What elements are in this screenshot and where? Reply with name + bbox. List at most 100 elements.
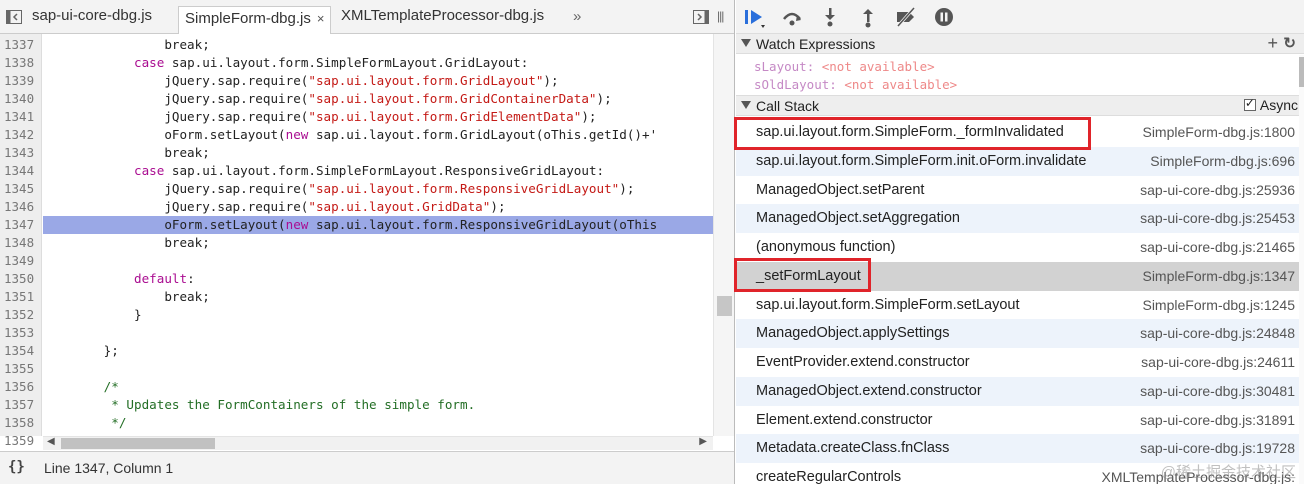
call-frame[interactable]: ManagedObject.setAggregation sap-ui-core-… bbox=[736, 204, 1299, 234]
watch-expressions-header[interactable]: Watch Expressions + ↻ bbox=[736, 33, 1304, 54]
async-checkbox[interactable]: Async bbox=[1243, 96, 1298, 113]
line-number[interactable]: 1344 bbox=[4, 162, 40, 180]
code-line[interactable]: break; bbox=[43, 288, 713, 306]
collapse-triangle-icon[interactable] bbox=[741, 39, 751, 47]
code-line[interactable]: default: bbox=[43, 270, 713, 288]
tab-sap-ui-core[interactable]: sap-ui-core-dbg.js bbox=[32, 7, 152, 29]
scrollbar-thumb[interactable] bbox=[61, 438, 215, 449]
drag-handle-icon[interactable]: ||| bbox=[717, 9, 724, 23]
deactivate-breakpoints-icon[interactable] bbox=[894, 5, 918, 29]
scrollbar-thumb[interactable] bbox=[1299, 57, 1304, 87]
code-line[interactable] bbox=[43, 324, 713, 342]
frame-location-link[interactable]: sap-ui-core-dbg.js:24611 bbox=[1141, 354, 1295, 370]
toggle-navigator-icon[interactable] bbox=[6, 10, 22, 24]
call-stack-header[interactable]: Call Stack Async bbox=[736, 95, 1304, 116]
code-line[interactable]: jQuery.sap.require("sap.ui.layout.form.R… bbox=[43, 180, 713, 198]
code-line[interactable]: case sap.ui.layout.form.SimpleFormLayout… bbox=[43, 162, 713, 180]
frame-location-link[interactable]: SimpleForm-dbg.js:1347 bbox=[1142, 268, 1295, 284]
pause-on-exceptions-icon[interactable] bbox=[932, 5, 956, 29]
watch-item[interactable]: sLayout: <not available> bbox=[754, 59, 935, 74]
refresh-icon[interactable]: ↻ bbox=[1283, 34, 1296, 52]
line-number[interactable]: 1345 bbox=[4, 180, 40, 198]
frame-location-link[interactable]: sap-ui-core-dbg.js:31891 bbox=[1140, 412, 1295, 428]
frame-location-link[interactable]: sap-ui-core-dbg.js:19728 bbox=[1140, 440, 1295, 456]
call-frame[interactable]: EventProvider.extend.constructor sap-ui-c… bbox=[736, 348, 1299, 377]
frame-location-link[interactable]: sap-ui-core-dbg.js:25453 bbox=[1140, 210, 1295, 226]
code-line[interactable]: case sap.ui.layout.form.SimpleFormLayout… bbox=[43, 54, 713, 72]
call-frame[interactable]: Metadata.createClass.fnClass sap-ui-core-… bbox=[736, 434, 1299, 464]
scroll-left-icon[interactable]: ◀ bbox=[47, 436, 55, 447]
line-number[interactable]: 1355 bbox=[4, 360, 40, 378]
line-number[interactable]: 1339 bbox=[4, 72, 40, 90]
line-number[interactable]: 1338 bbox=[4, 54, 40, 72]
code-line[interactable]: break; bbox=[43, 36, 713, 54]
pretty-print-icon[interactable]: {} bbox=[8, 459, 25, 475]
code-line[interactable]: jQuery.sap.require("sap.ui.layout.GridDa… bbox=[43, 198, 713, 216]
tab-overflow-icon[interactable]: » bbox=[573, 8, 581, 25]
step-into-icon[interactable] bbox=[818, 5, 842, 29]
code-line[interactable]: jQuery.sap.require("sap.ui.layout.form.G… bbox=[43, 72, 713, 90]
code-line[interactable]: jQuery.sap.require("sap.ui.layout.form.G… bbox=[43, 90, 713, 108]
current-execution-line[interactable]: oForm.setLayout(new sap.ui.layout.form.R… bbox=[43, 216, 713, 234]
line-number[interactable]: 1340 bbox=[4, 90, 40, 108]
close-tab-icon[interactable]: × bbox=[317, 11, 325, 26]
code-line[interactable]: * Updates the FormContainers of the simp… bbox=[43, 396, 713, 414]
collapse-triangle-icon[interactable] bbox=[741, 101, 751, 109]
line-number[interactable]: 1346 bbox=[4, 198, 40, 216]
line-number[interactable]: 1342 bbox=[4, 126, 40, 144]
resume-icon[interactable] bbox=[742, 5, 766, 29]
frame-location-link[interactable]: SimpleForm-dbg.js:1800 bbox=[1142, 124, 1295, 140]
line-number[interactable]: 1349 bbox=[4, 252, 40, 270]
frame-location-link[interactable]: sap-ui-core-dbg.js:21465 bbox=[1140, 239, 1295, 255]
watch-item[interactable]: sOldLayout: <not available> bbox=[754, 77, 957, 92]
line-number-gutter[interactable]: 1337 1338 1339 1340 1341 1342 1343 1344 1345 1346… bbox=[0, 34, 42, 448]
scroll-right-icon[interactable]: ▶ bbox=[699, 436, 707, 447]
toggle-debugger-icon[interactable] bbox=[693, 10, 709, 24]
code-editor[interactable]: break; case sap.ui.layout.form.SimpleFor… bbox=[43, 34, 713, 436]
call-frame[interactable]: sap.ui.layout.form.SimpleForm.init.oForm… bbox=[736, 146, 1299, 176]
tab-xmltemplateprocessor[interactable]: XMLTemplateProcessor-dbg.js bbox=[341, 7, 544, 29]
code-line[interactable]: */ bbox=[43, 414, 713, 432]
frame-location-link[interactable]: sap-ui-core-dbg.js:30481 bbox=[1140, 383, 1295, 399]
line-number[interactable]: 1353 bbox=[4, 324, 40, 342]
call-frame[interactable]: ManagedObject.extend.constructor sap-ui-c… bbox=[736, 376, 1299, 406]
code-line[interactable]: break; bbox=[43, 144, 713, 162]
call-frame[interactable]: Element.extend.constructor sap-ui-core-db… bbox=[736, 406, 1299, 435]
code-line[interactable]: /* bbox=[43, 378, 713, 396]
code-line[interactable]: jQuery.sap.require("sap.ui.layout.form.G… bbox=[43, 108, 713, 126]
editor-horizontal-scrollbar[interactable]: ◀ ▶ bbox=[43, 436, 713, 450]
frame-location-link[interactable]: sap-ui-core-dbg.js:25936 bbox=[1140, 182, 1295, 198]
editor-vertical-scrollbar[interactable] bbox=[713, 34, 734, 436]
line-number[interactable]: 1359 bbox=[4, 432, 40, 450]
frame-location-link[interactable]: SimpleForm-dbg.js:696 bbox=[1150, 153, 1295, 169]
scrollbar-thumb[interactable] bbox=[717, 296, 732, 316]
add-expression-icon[interactable]: + bbox=[1267, 33, 1278, 54]
line-number[interactable]: 1348 bbox=[4, 234, 40, 252]
code-line[interactable] bbox=[43, 252, 713, 270]
line-number[interactable]: 1357 bbox=[4, 396, 40, 414]
code-line[interactable]: } bbox=[43, 306, 713, 324]
line-number[interactable]: 1350 bbox=[4, 270, 40, 288]
call-frame[interactable]: ManagedObject.setParent sap-ui-core-dbg.j… bbox=[736, 176, 1299, 205]
frame-location-link[interactable]: sap-ui-core-dbg.js:24848 bbox=[1140, 325, 1295, 341]
tab-simpleform[interactable]: SimpleForm-dbg.js × bbox=[178, 6, 332, 34]
line-number[interactable]: 1358 bbox=[4, 414, 40, 432]
checkbox-checked-icon[interactable] bbox=[1243, 96, 1256, 111]
line-number[interactable]: 1343 bbox=[4, 144, 40, 162]
line-number[interactable]: 1341 bbox=[4, 108, 40, 126]
line-number[interactable]: 1347 bbox=[4, 216, 40, 234]
line-number[interactable]: 1337 bbox=[4, 36, 40, 54]
call-frame[interactable]: ManagedObject.applySettings sap-ui-core-d… bbox=[736, 319, 1299, 349]
line-number[interactable]: 1352 bbox=[4, 306, 40, 324]
step-over-icon[interactable] bbox=[780, 5, 804, 29]
code-line[interactable] bbox=[43, 360, 713, 378]
line-number[interactable]: 1351 bbox=[4, 288, 40, 306]
line-number[interactable]: 1356 bbox=[4, 378, 40, 396]
code-line[interactable]: }; bbox=[43, 342, 713, 360]
call-frame[interactable]: sap.ui.layout.form.SimpleForm.setLayout S… bbox=[736, 291, 1299, 320]
frame-location-link[interactable]: SimpleForm-dbg.js:1245 bbox=[1142, 297, 1295, 313]
line-number[interactable]: 1354 bbox=[4, 342, 40, 360]
sidebar-scrollbar[interactable] bbox=[1299, 55, 1304, 484]
code-line[interactable]: break; bbox=[43, 234, 713, 252]
step-out-icon[interactable] bbox=[856, 5, 880, 29]
